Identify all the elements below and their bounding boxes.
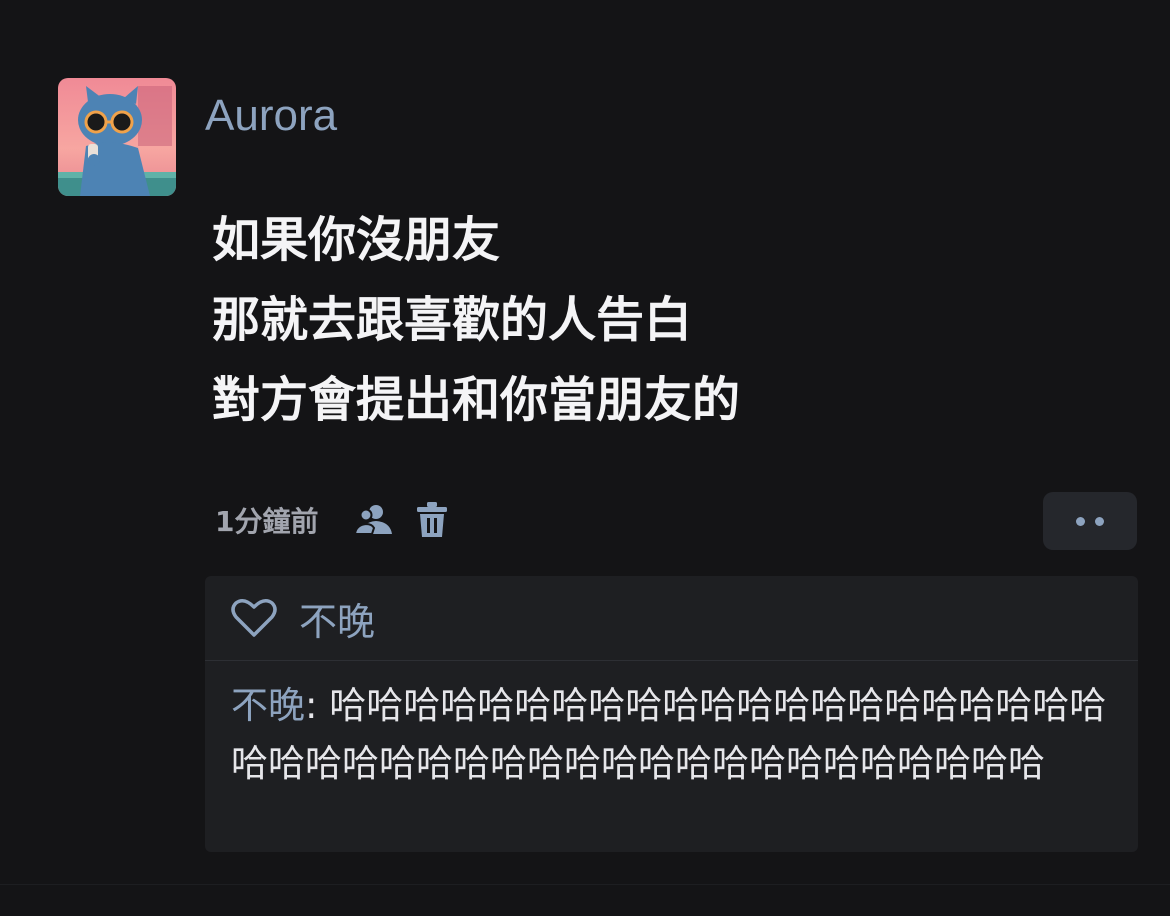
post-meta: 1分鐘前 xyxy=(215,496,454,544)
comment-text: 哈哈哈哈哈哈哈哈哈哈哈哈哈哈哈哈哈哈哈哈哈哈哈哈哈哈哈哈哈哈哈哈哈哈哈哈哈哈哈哈… xyxy=(231,684,1107,785)
author-name[interactable]: Aurora xyxy=(205,88,337,144)
post-line-1: 如果你沒朋友 xyxy=(212,212,501,268)
trash-icon[interactable] xyxy=(410,496,454,544)
comments-panel: 不晚 不晚: 哈哈哈哈哈哈哈哈哈哈哈哈哈哈哈哈哈哈哈哈哈哈哈哈哈哈哈哈哈哈哈哈哈… xyxy=(205,576,1138,852)
more-dots-icon xyxy=(1095,516,1104,526)
liker-name[interactable]: 不晚 xyxy=(299,591,375,646)
author-avatar[interactable] xyxy=(58,78,176,196)
heart-outline-icon[interactable] xyxy=(229,593,279,643)
more-options-button[interactable] xyxy=(1043,492,1137,550)
timestamp: 1分鐘前 xyxy=(215,505,319,538)
likes-row: 不晚 xyxy=(205,576,1138,661)
user-tag-icon[interactable] xyxy=(350,496,398,544)
comment-separator: : xyxy=(305,684,318,727)
post-line-2: 那就去跟喜歡的人告白 xyxy=(212,292,693,348)
more-dots-icon xyxy=(1076,516,1085,526)
comment-author[interactable]: 不晚 xyxy=(231,684,305,727)
post-body: 如果你沒朋友 那就去跟喜歡的人告白 對方會提出和你當朋友的 xyxy=(212,200,1112,440)
post-line-3: 對方會提出和你當朋友的 xyxy=(212,372,741,428)
divider xyxy=(0,884,1170,885)
comment-item: 不晚: 哈哈哈哈哈哈哈哈哈哈哈哈哈哈哈哈哈哈哈哈哈哈哈哈哈哈哈哈哈哈哈哈哈哈哈哈… xyxy=(205,661,1138,793)
